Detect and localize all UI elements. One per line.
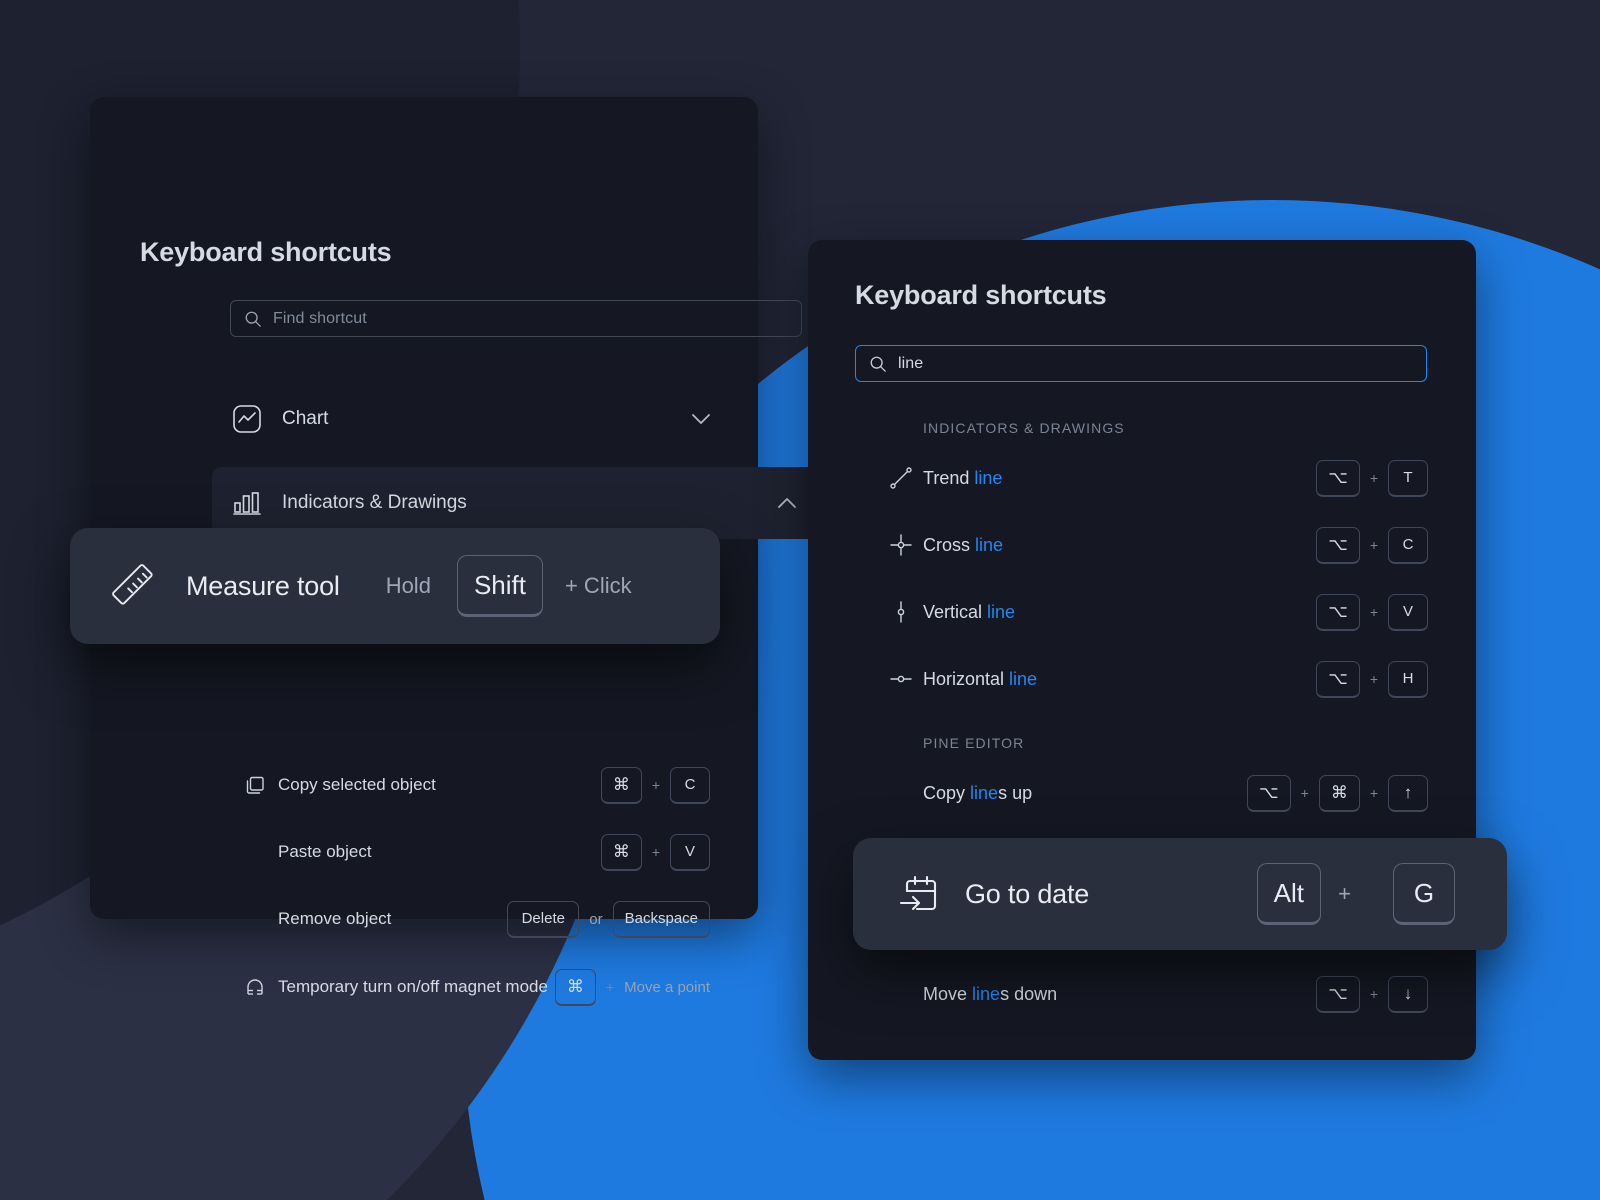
option-key[interactable]: ⌥	[1316, 976, 1360, 1013]
option-key[interactable]: ⌥	[1316, 460, 1360, 497]
shortcut-row-trend-line[interactable]: Trend line ⌥ + T	[808, 448, 1476, 508]
search-input[interactable]: line	[855, 345, 1427, 382]
option-key[interactable]: ⌥	[1247, 775, 1291, 812]
shortcut-label: Trend line	[923, 468, 1002, 489]
callout-title: Go to date	[965, 879, 1089, 910]
shortcut-keys: ⌥ + H	[1316, 661, 1428, 698]
key-separator: +	[652, 777, 660, 793]
c-key[interactable]: C	[1388, 527, 1428, 564]
shortcut-row-cross-line[interactable]: Cross line ⌥ + C	[808, 515, 1476, 575]
key-separator: +	[1338, 881, 1351, 907]
trend-line-icon	[888, 466, 914, 490]
shortcut-label: Cross line	[923, 535, 1003, 556]
group-label-chart: Chart	[282, 408, 328, 430]
key-separator: +	[1370, 671, 1378, 687]
page-title: Keyboard shortcuts	[140, 237, 391, 268]
key-separator: +	[1370, 470, 1378, 486]
shortcut-keys: ⌥ + ⌘ + ↑	[1247, 775, 1428, 812]
arrow-up-key[interactable]: ↑	[1388, 775, 1428, 812]
shortcut-label: Horizontal line	[923, 669, 1037, 690]
v-key[interactable]: V	[670, 834, 710, 871]
shortcut-row-horizontal-line[interactable]: Horizontal line ⌥ + H	[808, 649, 1476, 709]
shortcut-label: Paste object	[278, 842, 372, 862]
v-key[interactable]: V	[1388, 594, 1428, 631]
screenshot-canvas: Keyboard shortcuts Find shortcut Chart	[0, 0, 1600, 1200]
cross-line-icon	[888, 533, 914, 557]
shortcut-keys: Delete or Backspace	[507, 901, 710, 938]
shortcut-row-magnet-mode[interactable]: Temporary turn on/off magnet mode ⌘ + Mo…	[90, 957, 758, 1017]
shortcut-label: Copy selected object	[278, 775, 436, 795]
shortcut-row-copy-lines-up[interactable]: Copy lines up ⌥ + ⌘ + ↑	[808, 763, 1476, 823]
shortcut-keys: ⌥ + V	[1316, 594, 1428, 631]
key-separator: +	[1370, 986, 1378, 1002]
shortcut-row-copy-selected-object[interactable]: Copy selected object ⌘ + C	[90, 755, 758, 815]
shortcut-label: Remove object	[278, 909, 391, 929]
t-key[interactable]: T	[1388, 460, 1428, 497]
magnet-icon	[242, 976, 268, 998]
key-separator: +	[606, 979, 614, 995]
ruler-icon	[112, 562, 160, 610]
callout-prefix: Hold	[386, 573, 431, 599]
search-icon	[869, 355, 887, 373]
shortcut-keys: ⌥ + C	[1316, 527, 1428, 564]
shortcut-keys: ⌘ + V	[601, 834, 710, 871]
chevron-up-icon[interactable]	[778, 498, 796, 509]
option-key[interactable]: ⌥	[1316, 594, 1360, 631]
group-header-chart[interactable]: Chart	[90, 383, 758, 455]
h-key[interactable]: H	[1388, 661, 1428, 698]
shortcut-row-move-lines-down[interactable]: Move lines down ⌥ + ↓	[808, 964, 1476, 1024]
vertical-line-icon	[888, 600, 914, 624]
option-key[interactable]: ⌥	[1316, 527, 1360, 564]
key-separator: +	[1370, 785, 1378, 801]
key-separator: +	[1370, 537, 1378, 553]
callout-suffix: + Click	[565, 573, 632, 599]
chevron-down-icon[interactable]	[692, 414, 710, 425]
section-caption-pine-editor: PINE EDITOR	[923, 735, 1024, 751]
bar-chart-icon	[230, 490, 264, 516]
copy-icon	[242, 774, 268, 796]
shortcut-keys: ⌥ + T	[1316, 460, 1428, 497]
key-separator: +	[1370, 604, 1378, 620]
callout-title: Measure tool	[186, 571, 340, 602]
calendar-arrow-icon	[895, 872, 941, 916]
c-key[interactable]: C	[670, 767, 710, 804]
search-value: line	[898, 355, 923, 373]
search-placeholder: Find shortcut	[273, 310, 367, 328]
shortcut-keys: ⌥ + ↓	[1316, 976, 1428, 1013]
shortcut-label: Temporary turn on/off magnet mode	[278, 977, 548, 997]
key-separator: +	[652, 844, 660, 860]
measure-tool-callout[interactable]: Measure tool Hold Shift + Click	[70, 528, 720, 644]
key-separator: +	[1301, 785, 1309, 801]
shortcut-row-paste-object[interactable]: Paste object ⌘ + V	[90, 822, 758, 882]
g-key[interactable]: G	[1393, 863, 1455, 925]
search-input[interactable]: Find shortcut	[230, 300, 802, 337]
backspace-key[interactable]: Backspace	[613, 901, 710, 938]
shortcut-row-vertical-line[interactable]: Vertical line ⌥ + V	[808, 582, 1476, 642]
shortcut-keys: ⌘ + C	[601, 767, 710, 804]
keyboard-shortcuts-panel-left: Keyboard shortcuts Find shortcut Chart	[90, 97, 758, 919]
alt-key[interactable]: Alt	[1257, 863, 1321, 925]
command-key[interactable]: ⌘	[555, 969, 596, 1006]
delete-key[interactable]: Delete	[507, 901, 579, 938]
group-label-indicators-drawings: Indicators & Drawings	[282, 492, 467, 514]
shortcut-label: Move lines down	[923, 984, 1057, 1005]
section-caption-indicators-drawings: INDICATORS & DRAWINGS	[923, 420, 1125, 436]
arrow-down-key[interactable]: ↓	[1388, 976, 1428, 1013]
shift-key[interactable]: Shift	[457, 555, 543, 617]
command-key[interactable]: ⌘	[601, 834, 642, 871]
command-key[interactable]: ⌘	[1319, 775, 1360, 812]
option-key[interactable]: ⌥	[1316, 661, 1360, 698]
shortcut-hint-text: Move a point	[624, 979, 710, 996]
shortcut-row-remove-object[interactable]: Remove object Delete or Backspace	[90, 889, 758, 949]
search-icon	[244, 310, 262, 328]
horizontal-line-icon	[888, 667, 914, 691]
shortcut-label: Vertical line	[923, 602, 1015, 623]
go-to-date-callout[interactable]: Go to date Alt + G	[853, 838, 1507, 950]
shortcut-keys: ⌘ + Move a point	[555, 969, 710, 1006]
command-key[interactable]: ⌘	[601, 767, 642, 804]
chart-icon	[230, 404, 264, 434]
page-title: Keyboard shortcuts	[855, 280, 1106, 311]
shortcut-label: Copy lines up	[923, 783, 1032, 804]
key-separator-or: or	[589, 911, 602, 928]
